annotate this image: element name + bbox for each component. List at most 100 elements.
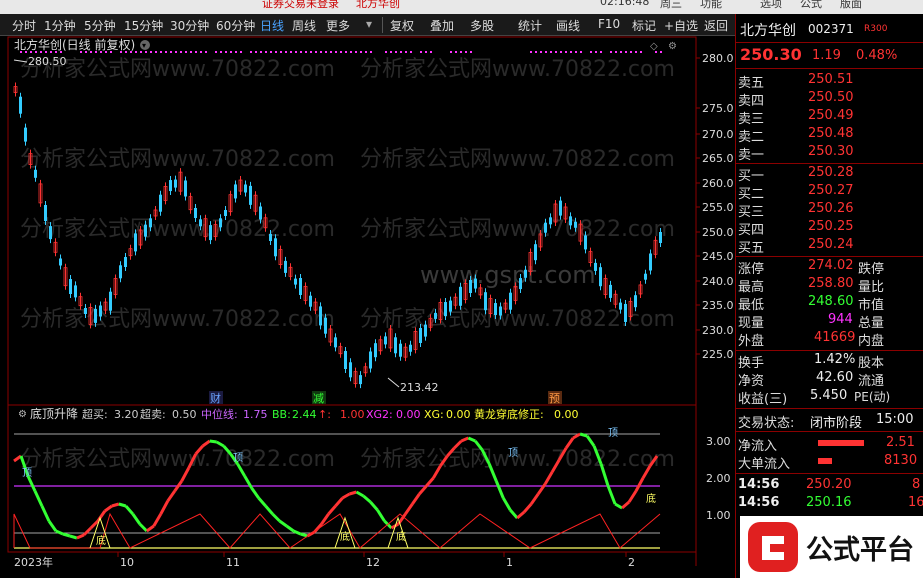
price-axis: 280.0 275.0 270.0 265.0 260.0 255.0 250.… — [702, 52, 734, 361]
price-tick-10: 230.0 — [702, 324, 734, 337]
watermark-text-4: 分析家公式网www.70822.com — [20, 307, 335, 332]
indicator-tick-0: 3.00 — [706, 435, 731, 448]
param-xg-label: XG: — [424, 408, 444, 421]
add-favorite-button[interactable]: +自选 — [664, 17, 698, 34]
share-capital-label: 股本 — [858, 356, 885, 371]
price-change: 1.19 — [812, 48, 841, 63]
bid-price-2[interactable]: 250.27 — [808, 183, 854, 198]
period-tab-weekly[interactable]: 周线 — [292, 17, 316, 34]
watermark-text-1: 分析家公式网www.70822.com — [20, 57, 335, 82]
high-value: 258.80 — [808, 276, 854, 291]
bid-price-1[interactable]: 250.28 — [808, 165, 854, 180]
price-tick-7: 245.0 — [702, 250, 734, 263]
f10-button[interactable]: F10 — [598, 17, 620, 31]
menu-layout[interactable]: 版面 — [840, 0, 862, 11]
price-tick-9: 235.0 — [702, 299, 734, 312]
x-label-jan: 1 — [506, 556, 513, 569]
param-midline-value: 1.75 — [243, 408, 268, 421]
param-xg-value: 0.00 — [446, 408, 471, 421]
trade-status-value: 闭市阶段 — [810, 416, 863, 431]
limit-up-label: 涨停 — [738, 262, 765, 277]
kline-chart-svg[interactable]: 分析家公式网www.70822.com 分析家公式网www.70822.com … — [0, 36, 735, 578]
period-tab-timeshare[interactable]: 分时 — [12, 17, 36, 34]
indicator-settings-icon[interactable]: ⚙ — [18, 409, 27, 420]
chevron-down-icon[interactable]: ▾ — [142, 41, 146, 50]
menu-formula[interactable]: 公式 — [800, 0, 822, 11]
bid-label-3: 买三 — [738, 205, 765, 220]
quote-panel: 北方华创 002371 R300 250.30 1.19 0.48% 卖五 25… — [735, 14, 923, 578]
event-marker-reduce[interactable]: 减 — [313, 392, 324, 405]
ask-price-2[interactable]: 250.48 — [808, 126, 854, 141]
indicator-tick-1: 2.00 — [706, 472, 731, 485]
adjust-button[interactable]: 复权 — [390, 17, 414, 34]
period-tab-30min[interactable]: 30分钟 — [170, 17, 209, 34]
mark-button[interactable]: 标记 — [632, 17, 656, 34]
low-label: 最低 — [738, 298, 765, 313]
period-tab-15min[interactable]: 15分钟 — [124, 17, 163, 34]
bottom-marker-4: 底 — [646, 492, 656, 505]
logo-text: 公式平台 — [806, 535, 914, 566]
volume-ratio-label: 量比 — [858, 280, 885, 295]
chevron-down-icon[interactable]: ▾ — [366, 17, 372, 31]
limit-up-value: 274.02 — [808, 258, 854, 273]
watermark-text-7: 分析家公式网www.70822.com — [360, 147, 675, 172]
diamond-icon[interactable]: ◇ — [650, 41, 658, 52]
period-tab-more[interactable]: 更多 — [326, 17, 350, 34]
top-marker-2: 顶 — [233, 452, 243, 464]
tick-time-1: 14:56 — [738, 477, 780, 492]
net-asset-label: 净资 — [738, 374, 765, 389]
x-label-dec: 12 — [366, 556, 380, 569]
net-inflow-label: 净流入 — [738, 439, 778, 454]
net-asset-value: 42.60 — [816, 370, 854, 385]
stock-name: 北方华创 — [740, 23, 796, 39]
bid-label-5: 买五 — [738, 241, 765, 256]
chart-area[interactable]: 分析家公式网www.70822.com 分析家公式网www.70822.com … — [0, 36, 735, 578]
draw-line-button[interactable]: 画线 — [556, 17, 580, 34]
price-change-pct: 0.48% — [856, 48, 898, 63]
period-tab-5min[interactable]: 5分钟 — [84, 17, 116, 34]
price-tick-2: 270.0 — [702, 128, 734, 141]
event-marker-forecast[interactable]: 预 — [549, 392, 560, 405]
param-xg2-value: 0.00 — [396, 408, 421, 421]
ask-price-5[interactable]: 250.51 — [808, 72, 854, 87]
big-order-inflow-label: 大单流入 — [738, 457, 791, 472]
back-button[interactable]: 返回 — [704, 17, 728, 34]
event-marker-finance[interactable]: 财 — [210, 391, 221, 405]
outer-volume-value: 41669 — [814, 330, 856, 345]
param-up-label: ↑: — [318, 408, 331, 421]
low-value: 248.60 — [808, 294, 854, 309]
price-tick-8: 240.0 — [702, 275, 734, 288]
ask-label-1: 卖一 — [738, 148, 765, 163]
ask-price-4[interactable]: 250.50 — [808, 90, 854, 105]
net-inflow-bar — [818, 440, 864, 446]
menu-options[interactable]: 选项 — [760, 0, 782, 11]
limit-down-label: 跌停 — [858, 262, 885, 277]
price-tick-11: 225.0 — [702, 348, 734, 361]
menu-function[interactable]: 功能 — [700, 0, 722, 11]
watermark-text-2: 分析家公式网www.70822.com — [20, 147, 335, 172]
statistics-button[interactable]: 统计 — [518, 17, 542, 34]
ask-price-1[interactable]: 250.30 — [808, 144, 854, 159]
top-marker-3: 顶 — [508, 447, 518, 459]
multi-stock-button[interactable]: 多股 — [470, 17, 494, 34]
bid-price-4[interactable]: 250.25 — [808, 219, 854, 234]
index-badge: R300 — [864, 24, 888, 34]
period-toolbar: 分时 1分钟 5分钟 15分钟 30分钟 60分钟 日线 周线 更多 ▾ 复权 … — [0, 14, 735, 36]
bid-price-5[interactable]: 250.24 — [808, 237, 854, 252]
param-oversold-value: 0.50 — [172, 408, 197, 421]
high-label: 最高 — [738, 280, 765, 295]
ask-price-3[interactable]: 250.49 — [808, 108, 854, 123]
param-overbought-label: 超买: — [82, 407, 108, 421]
period-tab-60min[interactable]: 60分钟 — [216, 17, 255, 34]
price-tick-3: 265.0 — [702, 152, 734, 165]
ask-label-5: 卖五 — [738, 76, 765, 91]
bid-price-3[interactable]: 250.26 — [808, 201, 854, 216]
price-tick-1: 275.0 — [702, 102, 734, 115]
top-marker-1: 顶 — [22, 467, 32, 479]
outer-volume-label: 外盘 — [738, 334, 765, 349]
overlay-button[interactable]: 叠加 — [430, 17, 454, 34]
current-volume-value: 944 — [828, 312, 853, 327]
period-tab-1min[interactable]: 1分钟 — [44, 17, 76, 34]
settings-icon[interactable]: ⚙ — [668, 41, 677, 52]
period-tab-daily[interactable]: 日线 — [260, 17, 284, 34]
